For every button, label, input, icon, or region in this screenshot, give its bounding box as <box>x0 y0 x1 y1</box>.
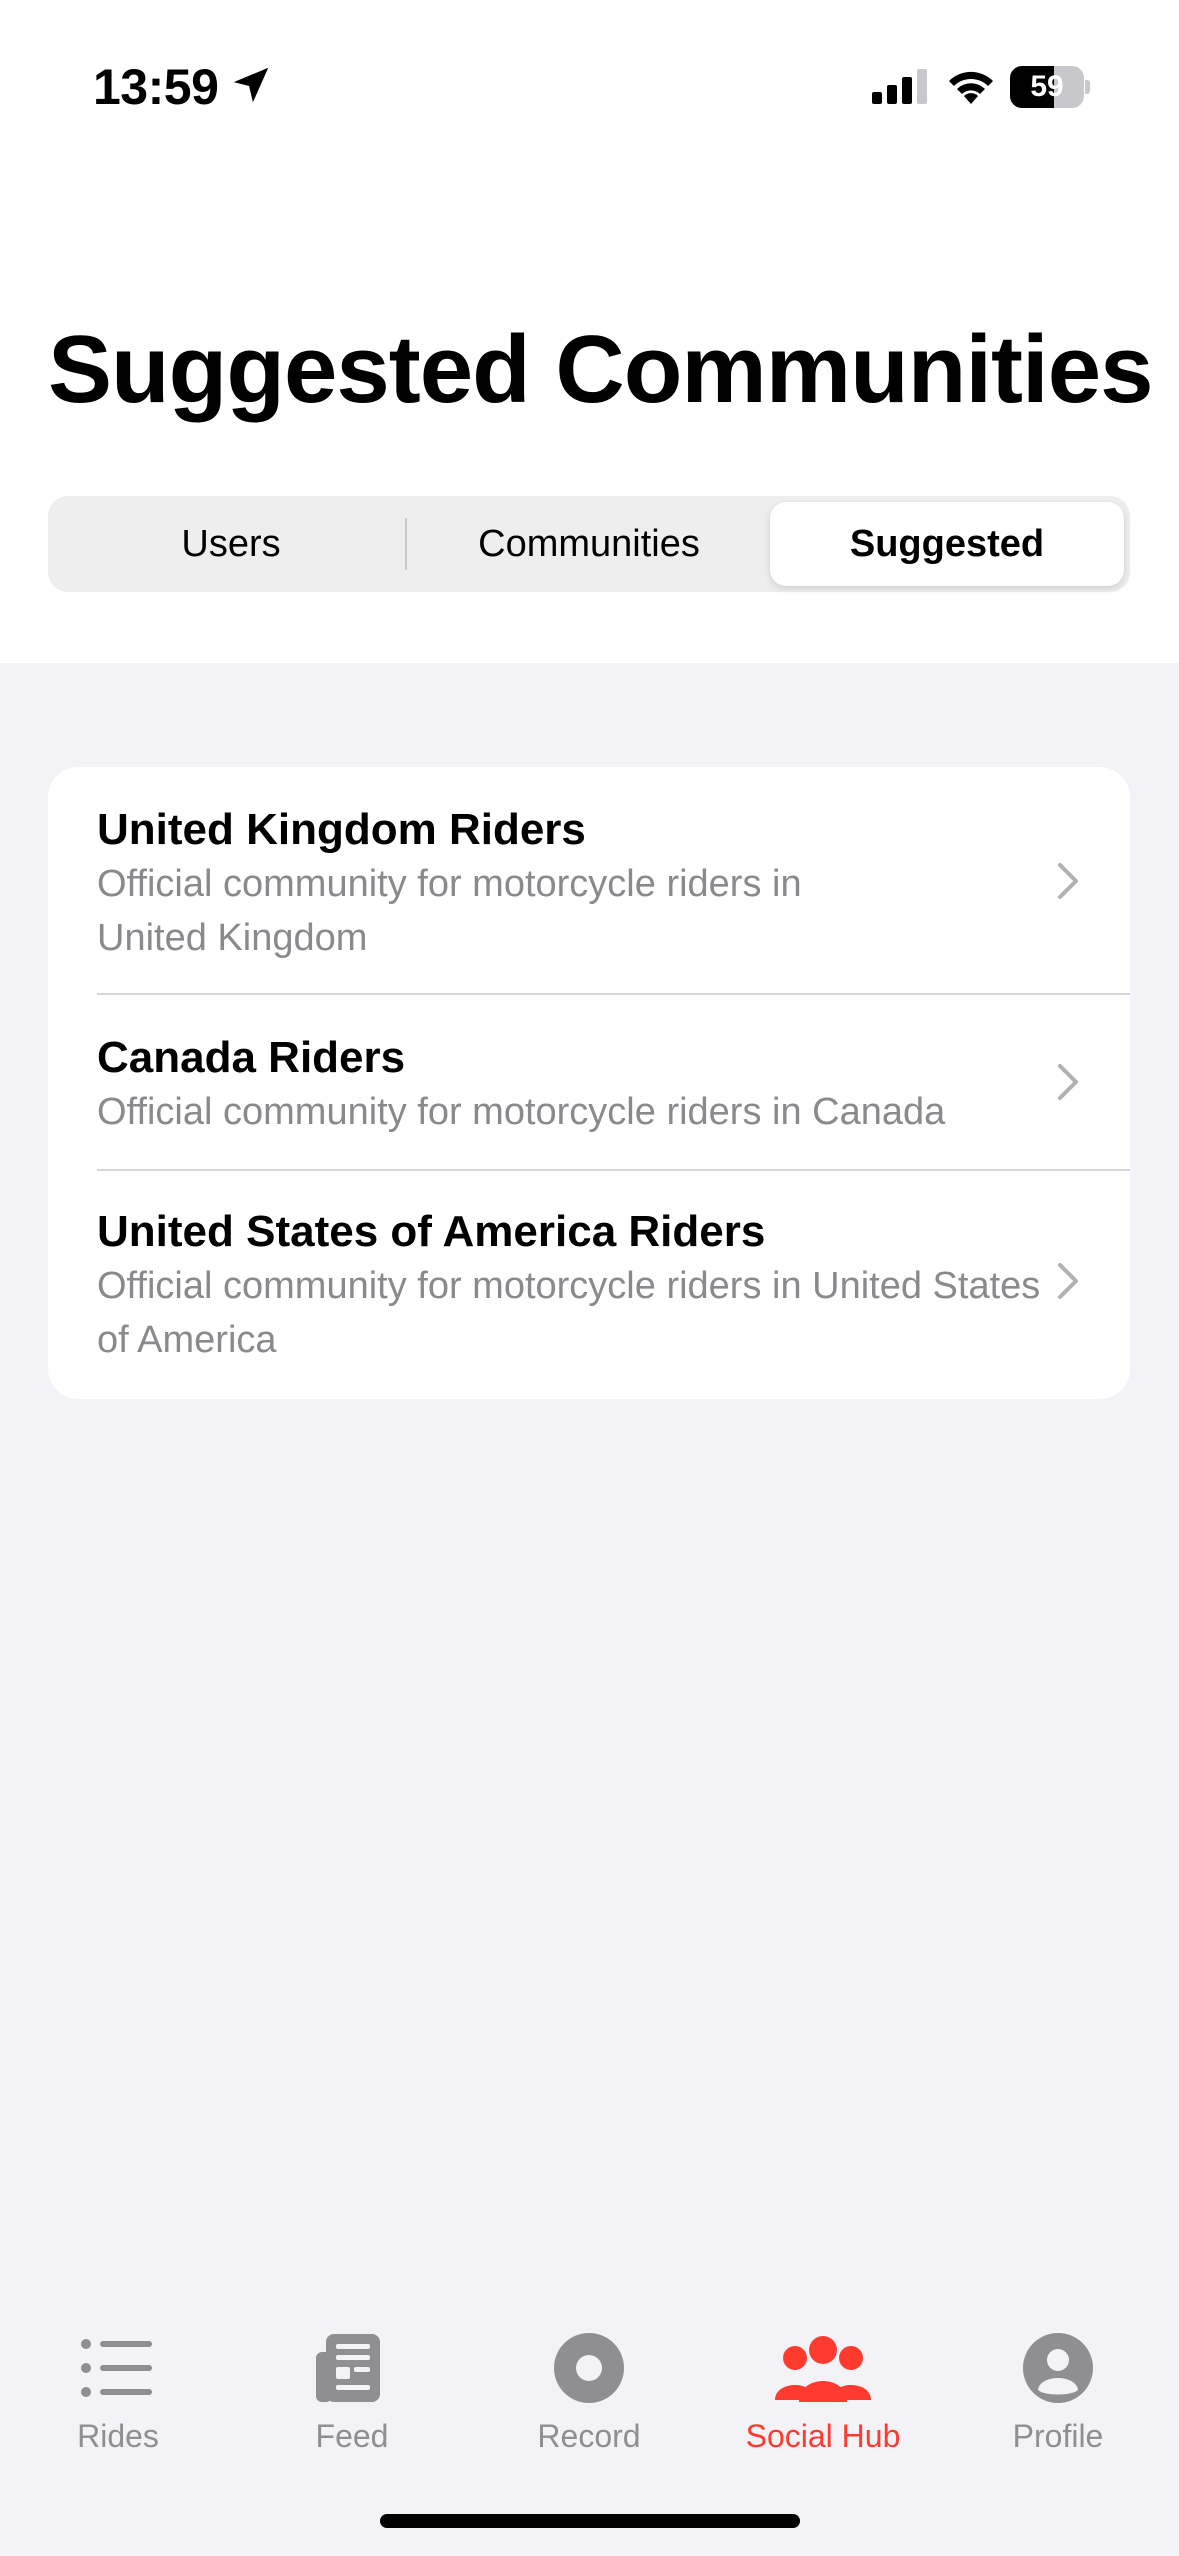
tab-profile[interactable]: Profile <box>958 2330 1158 2480</box>
tab-label: Record <box>537 2418 641 2454</box>
segment-suggested[interactable]: Suggested <box>770 502 1124 586</box>
community-title: Canada Riders <box>97 1033 406 1082</box>
tab-label: Rides <box>77 2418 159 2454</box>
newspaper-icon <box>316 2334 380 2402</box>
tab-label: Profile <box>1012 2418 1104 2454</box>
battery-body: 59 <box>1010 66 1084 108</box>
record-icon <box>554 2333 624 2403</box>
community-title: United States of America Riders <box>97 1207 766 1256</box>
community-subtitle: Official community for motorcycle riders… <box>97 1265 1041 1361</box>
location-arrow-icon <box>233 67 269 103</box>
people-icon <box>775 2336 871 2402</box>
cellular-signal-icon <box>872 69 927 104</box>
list-icon <box>81 2339 152 2397</box>
list-item[interactable]: United States of America Riders Official… <box>48 1171 1130 1399</box>
segment-users[interactable]: Users <box>54 502 408 586</box>
status-bar: 13:59 59 <box>0 0 1179 170</box>
battery-cap <box>1085 80 1090 94</box>
tab-label: Feed <box>315 2418 389 2454</box>
status-time: 13:59 <box>93 59 219 115</box>
community-subtitle: Official community for motorcycle riders… <box>97 1091 946 1133</box>
segmented-control: Users Communities Suggested <box>48 496 1130 592</box>
community-title: United Kingdom Riders <box>97 805 586 854</box>
header: 13:59 59 Suggested Communities Users Com… <box>0 0 1179 663</box>
wifi-icon <box>949 71 993 104</box>
tab-label: Social Hub <box>745 2418 901 2454</box>
battery-indicator: 59 <box>1010 66 1090 108</box>
community-subtitle: Official community for motorcycle riders… <box>97 863 802 959</box>
tab-rides[interactable]: Rides <box>18 2330 218 2480</box>
communities-list: United Kingdom Riders Official community… <box>48 767 1130 1399</box>
chevron-right-icon <box>1058 1263 1078 1299</box>
tab-social-hub[interactable]: Social Hub <box>723 2330 923 2480</box>
page-title: Suggested Communities <box>48 316 1153 423</box>
list-item[interactable]: Canada Riders Official community for mot… <box>48 995 1130 1169</box>
person-circle-icon <box>1023 2333 1093 2403</box>
chevron-right-icon <box>1058 863 1078 899</box>
list-item[interactable]: United Kingdom Riders Official community… <box>48 767 1130 993</box>
tab-feed[interactable]: Feed <box>252 2330 452 2480</box>
chevron-right-icon <box>1058 1064 1078 1100</box>
battery-percentage: 59 <box>1030 70 1064 103</box>
segment-communities[interactable]: Communities <box>412 502 766 586</box>
tab-record[interactable]: Record <box>489 2330 689 2480</box>
home-indicator[interactable] <box>380 2514 800 2528</box>
screen: 13:59 59 Suggested Communities Users Com… <box>0 0 1179 2556</box>
